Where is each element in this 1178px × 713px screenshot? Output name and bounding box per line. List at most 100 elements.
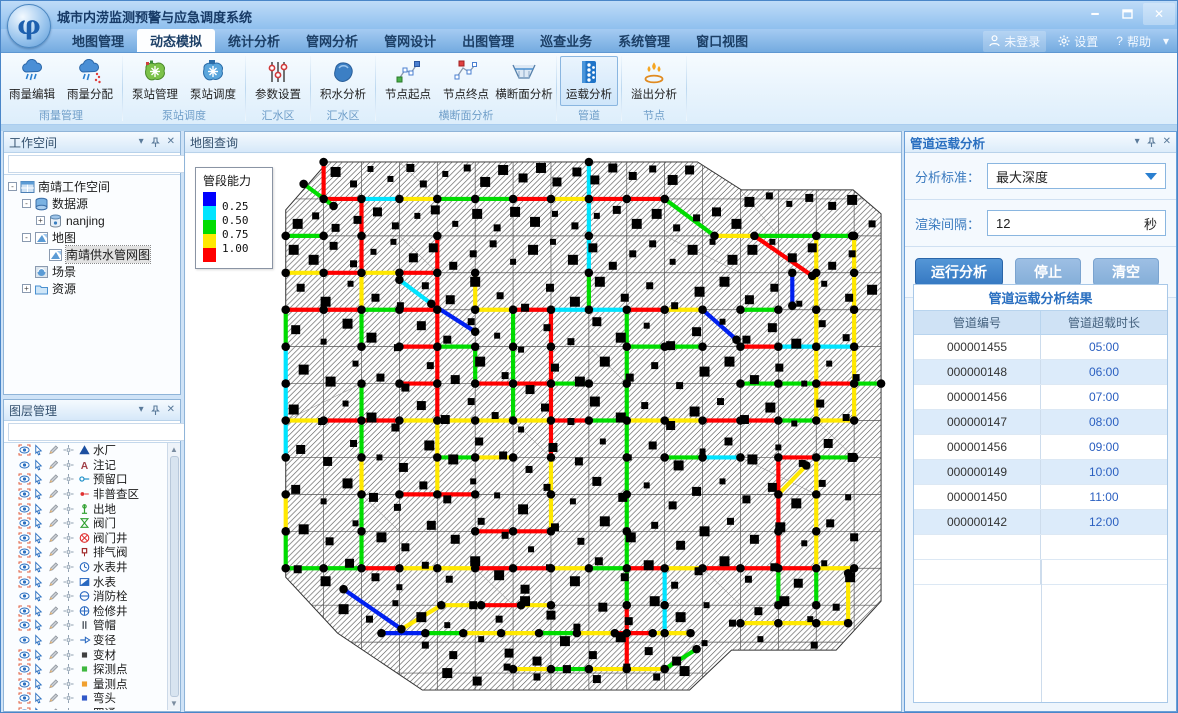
selectable-cursor-icon[interactable]: [33, 488, 46, 500]
menu-item-0[interactable]: 地图管理: [59, 29, 137, 52]
maximize-button[interactable]: [1111, 3, 1143, 25]
editable-pencil-icon[interactable]: [48, 576, 61, 588]
pipe-network-map[interactable]: [186, 154, 900, 710]
table-row-6[interactable]: 00000145011:00: [914, 485, 1167, 510]
selectable-cursor-icon[interactable]: [33, 678, 46, 690]
selectable-cursor-icon[interactable]: [33, 561, 46, 573]
layer-row-0[interactable]: 水厂: [4, 443, 180, 458]
close-button[interactable]: ✕: [1143, 3, 1175, 25]
layer-row-5[interactable]: 阀门: [4, 516, 180, 531]
ribbon-button-pump-green[interactable]: 泵站管理: [126, 56, 184, 106]
editable-pencil-icon[interactable]: [48, 517, 61, 529]
analysis-standard-select[interactable]: 最大深度: [987, 163, 1166, 189]
menu-item-8[interactable]: 窗口视图: [683, 29, 761, 52]
layer-row-17[interactable]: 弯头: [4, 691, 180, 706]
visibility-eye-icon[interactable]: [18, 532, 31, 544]
selectable-cursor-icon[interactable]: [33, 605, 46, 617]
selectable-cursor-icon[interactable]: [33, 444, 46, 456]
visibility-eye-icon[interactable]: [18, 634, 31, 646]
layer-row-1[interactable]: A注记: [4, 458, 180, 473]
snap-crosshair-icon[interactable]: [63, 503, 76, 515]
editable-pencil-icon[interactable]: [48, 649, 61, 661]
map-viewport[interactable]: 管段能力 0.250.500.751.00: [186, 154, 900, 710]
snap-crosshair-icon[interactable]: [63, 546, 76, 558]
tree-item-5[interactable]: 场景: [6, 263, 178, 280]
table-row-5[interactable]: 00000014910:00: [914, 460, 1167, 485]
snap-crosshair-icon[interactable]: [63, 707, 76, 710]
menu-item-5[interactable]: 出图管理: [449, 29, 527, 52]
clear-button[interactable]: 清空: [1093, 258, 1159, 286]
selectable-cursor-icon[interactable]: [33, 590, 46, 602]
snap-crosshair-icon[interactable]: [63, 532, 76, 544]
selectable-cursor-icon[interactable]: [33, 634, 46, 646]
ribbon-button-cross-section[interactable]: 横断面分析: [495, 56, 553, 106]
selectable-cursor-icon[interactable]: [33, 546, 46, 558]
stop-button[interactable]: 停止: [1015, 258, 1081, 286]
tree-item-4[interactable]: 南靖供水管网图: [6, 246, 178, 263]
selectable-cursor-icon[interactable]: [33, 503, 46, 515]
menu-item-4[interactable]: 管网设计: [371, 29, 449, 52]
editable-pencil-icon[interactable]: [48, 678, 61, 690]
snap-crosshair-icon[interactable]: [63, 473, 76, 485]
ribbon-button-load-analysis[interactable]: 运载分析: [560, 56, 618, 106]
menu-item-2[interactable]: 统计分析: [215, 29, 293, 52]
editable-pencil-icon[interactable]: [48, 503, 61, 515]
visibility-eye-icon[interactable]: [18, 459, 31, 471]
ribbon-button-pump-blue[interactable]: 泵站调度: [184, 56, 242, 106]
layer-row-18[interactable]: 四通: [4, 706, 180, 710]
pin-icon[interactable]: [151, 405, 160, 416]
tree-item-2[interactable]: +nanjing: [6, 212, 178, 229]
expand-icon[interactable]: +: [22, 284, 31, 293]
ribbon-button-overflow[interactable]: 溢出分析: [625, 56, 683, 106]
menu-item-1[interactable]: 动态模拟: [137, 29, 215, 52]
snap-crosshair-icon[interactable]: [63, 459, 76, 471]
visibility-eye-icon[interactable]: [18, 444, 31, 456]
selectable-cursor-icon[interactable]: [33, 576, 46, 588]
close-panel-icon[interactable]: ✕: [1163, 137, 1171, 147]
snap-crosshair-icon[interactable]: [63, 561, 76, 573]
layer-row-4[interactable]: 出地: [4, 501, 180, 516]
visibility-eye-icon[interactable]: [18, 488, 31, 500]
minimize-button[interactable]: ━: [1079, 3, 1111, 25]
snap-crosshair-icon[interactable]: [63, 649, 76, 661]
pin-icon[interactable]: [1147, 137, 1156, 148]
tree-item-0[interactable]: -南靖工作空间: [6, 178, 178, 195]
collapse-icon[interactable]: -: [22, 233, 31, 242]
selectable-cursor-icon[interactable]: [33, 459, 46, 471]
ribbon-button-rain-edit[interactable]: 雨量编辑: [3, 56, 61, 106]
collapse-icon[interactable]: -: [8, 182, 17, 191]
chevron-down-icon[interactable]: ▾: [1163, 34, 1169, 48]
ribbon-button-sliders[interactable]: 参数设置: [249, 56, 307, 106]
selectable-cursor-icon[interactable]: [33, 707, 46, 710]
run-analysis-button[interactable]: 运行分析: [915, 258, 1003, 286]
layer-row-2[interactable]: 预留口: [4, 472, 180, 487]
editable-pencil-icon[interactable]: [48, 488, 61, 500]
layer-row-13[interactable]: 变径: [4, 633, 180, 648]
layer-row-11[interactable]: 检修井: [4, 604, 180, 619]
settings-button[interactable]: 设置: [1052, 31, 1104, 52]
visibility-eye-icon[interactable]: [18, 503, 31, 515]
layer-row-8[interactable]: 水表井: [4, 560, 180, 575]
help-button[interactable]: ? 帮助: [1110, 31, 1157, 52]
snap-crosshair-icon[interactable]: [63, 619, 76, 631]
selectable-cursor-icon[interactable]: [33, 692, 46, 704]
editable-pencil-icon[interactable]: [48, 605, 61, 617]
collapse-icon[interactable]: -: [22, 199, 31, 208]
editable-pencil-icon[interactable]: [48, 590, 61, 602]
editable-pencil-icon[interactable]: [48, 634, 61, 646]
snap-crosshair-icon[interactable]: [63, 590, 76, 602]
table-row-1[interactable]: 00000014806:00: [914, 360, 1167, 385]
workspace-search-input[interactable]: [8, 155, 187, 173]
editable-pencil-icon[interactable]: [48, 692, 61, 704]
layer-row-9[interactable]: 水表: [4, 574, 180, 589]
layer-row-3[interactable]: 非普查区: [4, 487, 180, 502]
ribbon-button-rain-dist[interactable]: 雨量分配: [61, 56, 119, 106]
ribbon-button-node-end[interactable]: 节点终点: [437, 56, 495, 106]
panel-menu-icon[interactable]: ▾: [139, 137, 144, 147]
visibility-eye-icon[interactable]: [18, 590, 31, 602]
tree-item-6[interactable]: +资源: [6, 280, 178, 297]
layer-row-16[interactable]: 量测点: [4, 677, 180, 692]
table-row-7[interactable]: 00000014212:00: [914, 510, 1167, 535]
snap-crosshair-icon[interactable]: [63, 488, 76, 500]
editable-pencil-icon[interactable]: [48, 459, 61, 471]
